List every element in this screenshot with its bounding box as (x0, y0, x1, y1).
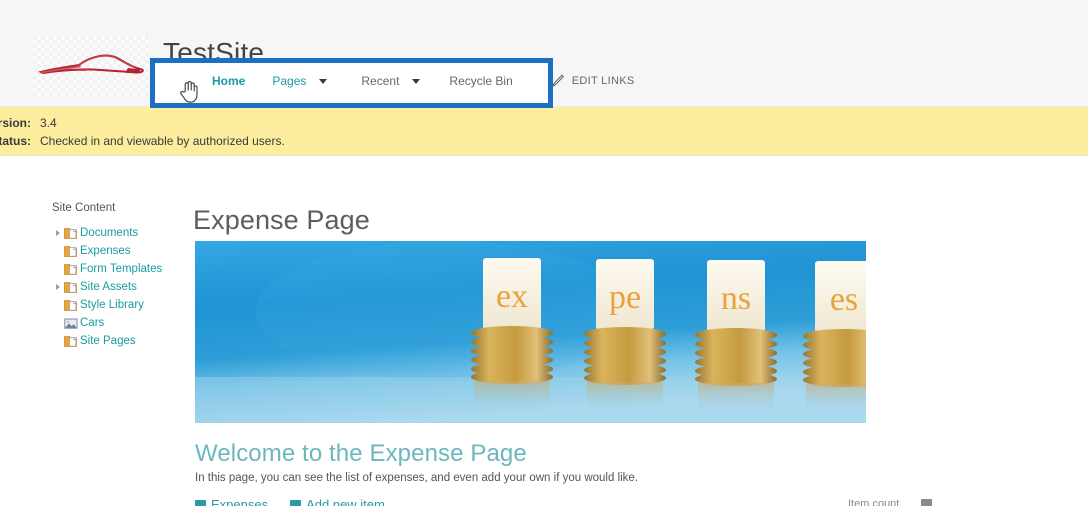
welcome-heading: Welcome to the Expense Page (195, 440, 527, 467)
site-logo[interactable] (33, 36, 150, 97)
expenses-webpart-label: Expenses (211, 497, 269, 506)
tree-item-expenses[interactable]: Expenses (52, 242, 182, 260)
tree-item-form-templates[interactable]: Form Templates (52, 260, 182, 278)
quick-launch-header: Site Content (52, 202, 116, 214)
quick-launch-tree: Site Content Documents Expenses Form Tem… (52, 201, 182, 350)
nav-item-pages[interactable]: Pages (272, 74, 328, 88)
nav-item-home[interactable]: Home (212, 74, 245, 88)
nav-item-recent-label: Recent (361, 74, 400, 88)
tree-item-site-assets[interactable]: Site Assets (52, 278, 182, 296)
svg-text:ex: ex (496, 278, 528, 315)
status-version-key: Version: (0, 116, 31, 130)
site-header: TestSite Home Pages Recent Recycle Bin E… (0, 0, 1088, 108)
clipped-bottom-row: Expenses Add new item Item count (193, 497, 1073, 506)
document-library-icon (64, 262, 79, 276)
status-row-version: Version: 3.4 (0, 116, 57, 130)
grid-icon (921, 499, 933, 506)
svg-text:pe: pe (609, 279, 641, 316)
coin-stack-2: pe (584, 259, 666, 413)
svg-text:ns: ns (721, 280, 751, 317)
car-silhouette-logo-icon (37, 54, 144, 75)
sharepoint-site-page: TestSite Home Pages Recent Recycle Bin E… (0, 0, 1088, 506)
status-status-value: Checked in and viewable by authorized us… (40, 134, 285, 148)
chevron-down-icon[interactable] (319, 78, 328, 84)
tree-item-label: Style Library (80, 299, 144, 311)
page-status-bar: Version: 3.4 Status: Checked in and view… (0, 107, 1088, 156)
coin-stack-1: ex (471, 258, 553, 413)
edit-links-label: EDIT LINKS (571, 74, 635, 87)
list-icon (195, 499, 206, 506)
hand-pointer-cursor-icon (179, 80, 199, 104)
document-library-icon (64, 226, 79, 240)
top-navigation-bar: Home Pages Recent Recycle Bin EDIT LINKS (155, 63, 634, 103)
edit-links-button[interactable]: EDIT LINKS (552, 74, 635, 87)
nav-item-home-label: Home (212, 74, 246, 88)
item-count-area: Item count (848, 498, 937, 506)
welcome-description: In this page, you can see the list of ex… (195, 472, 639, 484)
status-version-value: 3.4 (40, 116, 57, 130)
expenses-banner-image: ex pe ns es (195, 241, 866, 423)
item-count-label: Item count (848, 498, 900, 506)
tree-item-documents[interactable]: Documents (52, 224, 182, 242)
tree-item-label: Cars (80, 317, 105, 329)
pencil-icon (552, 74, 565, 87)
chevron-down-icon[interactable] (412, 78, 421, 84)
tree-item-cars[interactable]: Cars (52, 314, 182, 332)
tree-item-label: Site Pages (80, 335, 136, 347)
tree-item-site-pages[interactable]: Site Pages (52, 332, 182, 350)
nav-item-recycle-bin-label: Recycle Bin (449, 74, 513, 88)
coin-stacks-illustration: ex pe ns es (195, 241, 866, 423)
page-content: Site Content Documents Expenses Form Tem… (0, 156, 1088, 506)
tree-item-label: Site Assets (80, 281, 137, 293)
document-library-icon (64, 280, 79, 294)
coin-stack-3: ns (695, 260, 777, 413)
tree-item-label: Form Templates (80, 263, 163, 275)
expenses-webpart-header[interactable]: Expenses Add new item (195, 497, 385, 506)
document-library-icon (64, 298, 79, 312)
nav-item-pages-label: Pages (272, 74, 307, 88)
nav-item-recent[interactable]: Recent (361, 74, 421, 88)
expand-arrow-icon[interactable] (52, 284, 64, 290)
nav-item-recycle-bin[interactable]: Recycle Bin (449, 74, 512, 88)
tree-item-label: Expenses (80, 245, 131, 257)
svg-text:es: es (830, 281, 858, 318)
document-library-icon (64, 334, 79, 348)
document-library-icon (64, 244, 79, 258)
tree-item-style-library[interactable]: Style Library (52, 296, 182, 314)
plus-icon (290, 499, 302, 506)
status-status-key: Status: (0, 134, 31, 148)
nav-highlight-box: Home Pages Recent Recycle Bin EDIT LINKS (150, 58, 634, 108)
tree-item-label: Documents (80, 227, 139, 239)
status-row-status: Status: Checked in and viewable by autho… (0, 134, 285, 148)
picture-library-icon (64, 316, 79, 330)
add-new-item-label: Add new item (306, 497, 385, 506)
expand-arrow-icon[interactable] (52, 230, 64, 236)
page-title: Expense Page (193, 205, 370, 235)
